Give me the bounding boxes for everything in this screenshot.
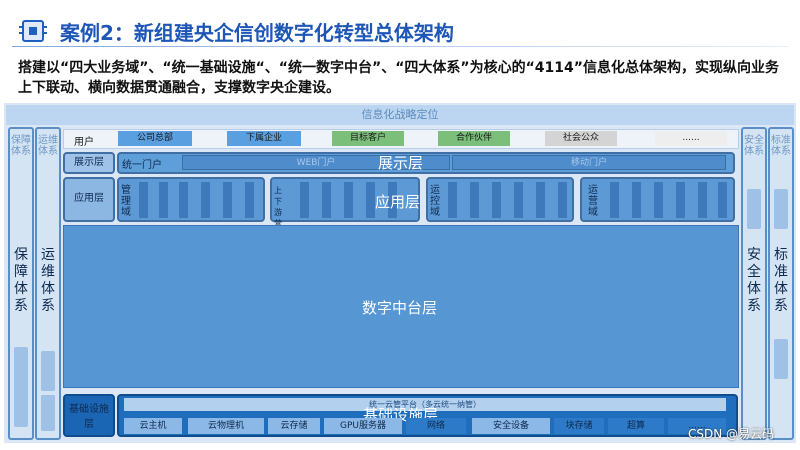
page-description: 搭建以“四大业务域”、“统一基础设施“、“统一数字中台”、“四大体系”为核心的“… [18,60,779,96]
side-label: 运维体系 [41,247,55,314]
side-label: 标准体系 [774,247,788,314]
unified-portal-label: 统一门户 [122,160,162,171]
infra-item: 超算 [608,418,664,434]
side-faint-label: 运维体系 [38,135,58,157]
domain-label: 管理域 [121,185,131,218]
infra-item: 云物理机 [188,418,264,434]
users-label: 用户 [74,137,94,148]
strategy-banner: 信息化战略定位 [6,105,794,125]
infra-item: 网络 [406,418,466,434]
user-box: 社会公众 [545,131,617,146]
infrastructure-layer-label: 基础设施层 [63,394,115,437]
side-strip [14,347,28,427]
domain-label: 运控域 [430,185,440,218]
side-faint-label: 安全体系 [744,135,764,157]
presentation-layer-title: 展示层 [378,154,424,172]
management-domain-block: 管理域 [117,177,265,222]
user-box: 目标客户 [332,131,404,146]
infra-item: 安全设备 [472,418,550,434]
infra-item: 云存储 [268,418,320,434]
operation-domain-block: 运营域 [580,177,735,222]
watermark-label: CSDN @易云码 [688,427,775,441]
user-box: ...... [655,131,727,146]
side-strip [774,339,788,379]
user-box: 合作伙伴 [438,131,510,146]
infra-item: GPU服务器 [324,418,402,434]
side-faint-label: 保障体系 [11,135,31,157]
side-label: 保障体系 [14,247,28,314]
domain-label: 运营域 [588,185,598,218]
side-strip [747,189,761,229]
control-domain-block: 运控域 [426,177,574,222]
side-strip [41,395,55,431]
side-system-standard: 标准体系 标准体系 [768,127,794,440]
user-box: 公司总部 [118,131,192,146]
side-strip [41,351,55,391]
application-layer-label: 应用层 [63,177,115,222]
mobile-portal: 移动门户 [452,155,726,170]
page-title: 案例2：新组建央企信创数字化转型总体架构 [60,21,454,45]
side-system-security: 安全体系 安全体系 [741,127,767,440]
side-strip [774,189,788,229]
title-divider [12,46,788,47]
chip-icon [19,20,47,42]
user-box: 下属企业 [227,131,301,146]
infra-item: 云主机 [124,418,182,434]
application-layer-title: 应用层 [375,193,421,211]
side-system-operations: 运维体系 运维体系 [35,127,61,440]
side-label: 安全体系 [747,247,761,314]
presentation-layer-label: 展示层 [63,152,115,174]
data-middle-layer-title: 数字中台层 [362,299,438,317]
infra-item: 块存储 [554,418,604,434]
side-faint-label: 标准体系 [771,135,791,157]
side-system-guarantee: 保障体系 保障体系 [8,127,34,440]
